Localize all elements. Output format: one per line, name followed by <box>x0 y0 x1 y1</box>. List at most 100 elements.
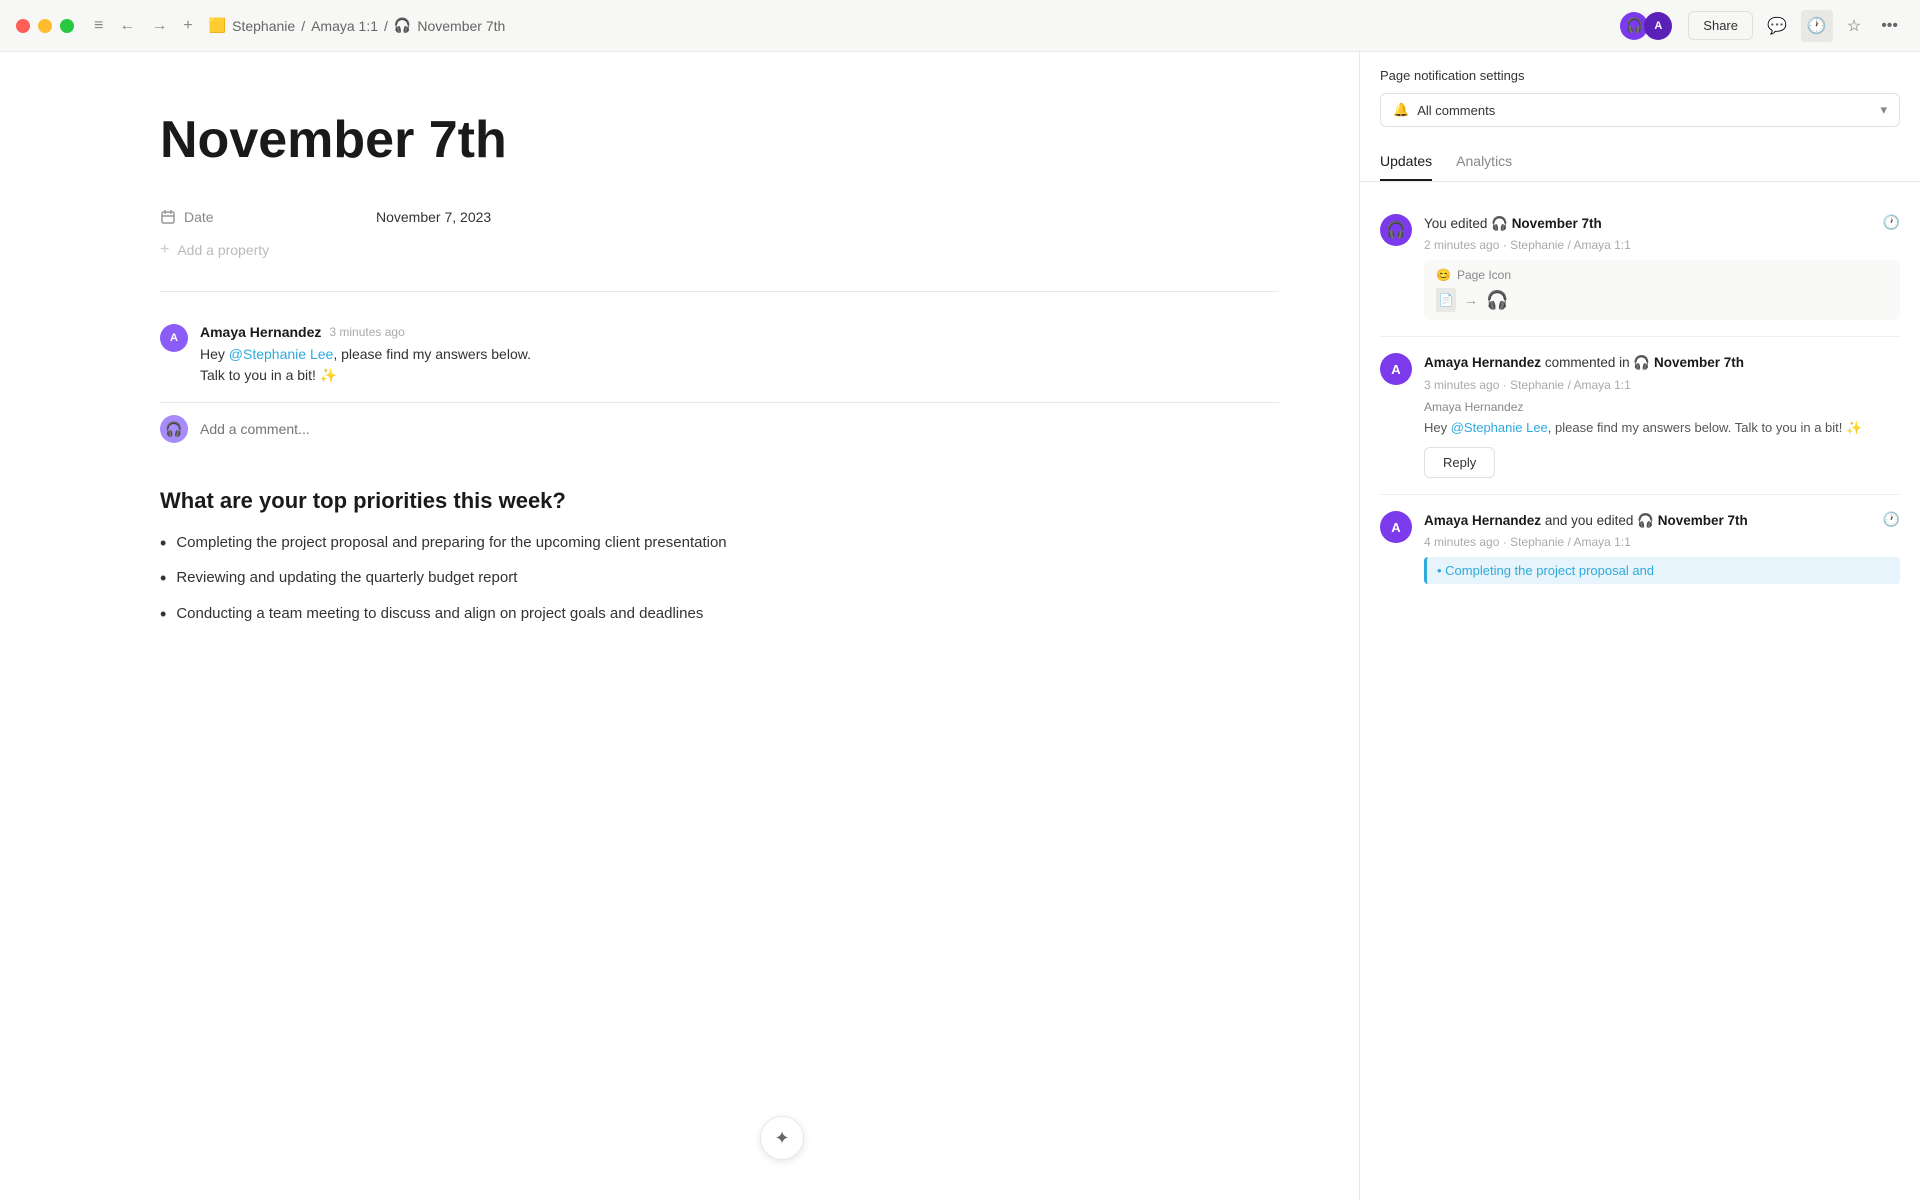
comment-author: Amaya Hernandez <box>200 324 321 340</box>
updates-feed: 🎧 You edited 🎧 November 7th 🕐 2 minutes … <box>1360 182 1920 1200</box>
update-page-name-2: November 7th <box>1654 355 1744 370</box>
to-icon: 🎧 <box>1486 290 1508 311</box>
update-meta-1: 2 minutes ago · Stephanie / Amaya 1:1 <box>1424 238 1900 252</box>
update-item-2: A Amaya Hernandez commented in 🎧 Novembe… <box>1380 337 1900 495</box>
chevron-down-icon: ▾ <box>1880 102 1887 118</box>
add-comment-input[interactable] <box>200 421 1279 437</box>
maximize-button[interactable] <box>60 19 74 33</box>
update-page-name-3: November 7th <box>1658 513 1748 528</box>
date-property-value[interactable]: November 7, 2023 <box>376 209 491 225</box>
update-avatar-3: A <box>1380 511 1412 543</box>
add-property-button[interactable]: + Add a property <box>160 233 1279 267</box>
comment-mention: @Stephanie Lee <box>229 346 334 362</box>
detail-label-1: 😊 Page Icon <box>1436 268 1888 282</box>
update-actor-2: Amaya Hernandez <box>1424 355 1541 370</box>
bell-icon: 🔔 <box>1393 102 1409 118</box>
properties-section: Date November 7, 2023 + Add a property <box>160 201 1279 292</box>
comments-button[interactable]: 💬 <box>1761 10 1793 42</box>
update-avatar-1: 🎧 <box>1380 214 1412 246</box>
list-item: Conducting a team meeting to discuss and… <box>160 603 1279 626</box>
update-meta-3: 4 minutes ago · Stephanie / Amaya 1:1 <box>1424 535 1900 549</box>
workspace-icon: 🟨 <box>209 17 226 34</box>
content-area: November 7th Date November 7, 2023 + Add… <box>0 52 1360 1200</box>
notification-dropdown[interactable]: 🔔 All comments ▾ <box>1380 93 1900 127</box>
update-content-1: You edited 🎧 November 7th 🕐 2 minutes ag… <box>1424 214 1900 320</box>
icon-change-1: 📄 → 🎧 <box>1436 288 1888 312</box>
update-detail-1: 😊 Page Icon 📄 → 🎧 <box>1424 260 1900 320</box>
list-item: Completing the project proposal and prep… <box>160 532 1279 555</box>
from-icon: 📄 <box>1436 288 1456 312</box>
update-highlight-3: • Completing the project proposal and <box>1424 557 1900 584</box>
bullet-list: Completing the project proposal and prep… <box>160 532 1279 626</box>
traffic-lights <box>16 19 74 33</box>
comment-header: Amaya Hernandez 3 minutes ago <box>200 324 1279 340</box>
comment-text: Hey @Stephanie Lee, please find my answe… <box>200 344 1279 386</box>
breadcrumb-separator-1: / <box>301 18 305 34</box>
breadcrumb-separator-2: / <box>384 18 388 34</box>
update-title-2: Amaya Hernandez commented in 🎧 November … <box>1424 353 1744 373</box>
update-header-2: Amaya Hernandez commented in 🎧 November … <box>1424 353 1900 373</box>
breadcrumb: 🟨 Stephanie / Amaya 1:1 / 🎧 November 7th <box>209 17 1621 34</box>
page-title: November 7th <box>160 112 1279 169</box>
list-item: Reviewing and updating the quarterly bud… <box>160 567 1279 590</box>
update-meta-2: 3 minutes ago · Stephanie / Amaya 1:1 <box>1424 378 1900 392</box>
sidebar-toggle-button[interactable]: ≡ <box>90 13 107 39</box>
more-options-button[interactable]: ••• <box>1875 11 1904 41</box>
notification-settings: Page notification settings 🔔 All comment… <box>1360 52 1920 135</box>
update-header-3: Amaya Hernandez and you edited 🎧 Novembe… <box>1424 511 1900 531</box>
right-panel: Page notification settings 🔔 All comment… <box>1360 52 1920 1200</box>
ai-button[interactable]: ✦ <box>760 1116 804 1160</box>
toolbar-right: 🎧 A Share 💬 🕐 ☆ ••• <box>1620 10 1904 42</box>
update-content-2: Amaya Hernandez commented in 🎧 November … <box>1424 353 1900 478</box>
breadcrumb-current[interactable]: November 7th <box>417 18 505 34</box>
reply-button[interactable]: Reply <box>1424 447 1495 478</box>
close-button[interactable] <box>16 19 30 33</box>
content-body: What are your top priorities this week? … <box>160 487 1279 626</box>
user-avatar-2[interactable]: A <box>1644 12 1672 40</box>
comment-detail-2: Amaya Hernandez Hey @Stephanie Lee, plea… <box>1424 400 1900 479</box>
main-layout: November 7th Date November 7, 2023 + Add… <box>0 52 1920 1200</box>
update-page-name-1: November 7th <box>1512 216 1602 231</box>
self-avatar: 🎧 <box>160 415 188 443</box>
add-page-button[interactable]: + <box>179 13 196 39</box>
comment-body-2: Hey @Stephanie Lee, please find my answe… <box>1424 418 1900 438</box>
share-button[interactable]: Share <box>1688 11 1753 40</box>
comment-time: 3 minutes ago <box>329 325 404 339</box>
tab-analytics[interactable]: Analytics <box>1456 143 1512 181</box>
calendar-icon <box>160 209 176 225</box>
add-comment-row: 🎧 <box>160 402 1279 455</box>
comment-content: Amaya Hernandez 3 minutes ago Hey @Steph… <box>200 324 1279 386</box>
comment-author-label-2: Amaya Hernandez <box>1424 400 1900 414</box>
commenter-avatar: A <box>160 324 188 352</box>
notification-settings-title: Page notification settings <box>1380 68 1900 83</box>
clock-icon-1: 🕐 <box>1883 214 1900 231</box>
comments-section: A Amaya Hernandez 3 minutes ago Hey @Ste… <box>160 324 1279 455</box>
navigation-buttons: ≡ ← → + <box>90 13 197 39</box>
date-property-label: Date <box>160 209 360 225</box>
update-item-3: A Amaya Hernandez and you edited 🎧 Novem… <box>1380 495 1900 600</box>
comment-item: A Amaya Hernandez 3 minutes ago Hey @Ste… <box>160 324 1279 386</box>
breadcrumb-page-icon: 🎧 <box>394 17 411 34</box>
notification-option: All comments <box>1417 103 1872 118</box>
forward-button[interactable]: → <box>147 13 171 39</box>
favorite-button[interactable]: ☆ <box>1841 10 1867 42</box>
minimize-button[interactable] <box>38 19 52 33</box>
update-header-1: You edited 🎧 November 7th 🕐 <box>1424 214 1900 234</box>
update-title-3: Amaya Hernandez and you edited 🎧 Novembe… <box>1424 511 1748 531</box>
section-heading: What are your top priorities this week? <box>160 487 1279 516</box>
back-button[interactable]: ← <box>115 13 139 39</box>
panel-tabs: Updates Analytics <box>1360 143 1920 182</box>
breadcrumb-workspace[interactable]: Stephanie <box>232 18 295 34</box>
update-avatar-2: A <box>1380 353 1412 385</box>
date-property-row: Date November 7, 2023 <box>160 201 1279 233</box>
arrow-icon: → <box>1464 292 1478 308</box>
clock-icon-3: 🕐 <box>1883 511 1900 528</box>
tab-updates[interactable]: Updates <box>1380 143 1432 181</box>
update-item-1: 🎧 You edited 🎧 November 7th 🕐 2 minutes … <box>1380 198 1900 337</box>
breadcrumb-page[interactable]: Amaya 1:1 <box>311 18 378 34</box>
history-button[interactable]: 🕐 <box>1801 10 1833 42</box>
comment-mention-2: @Stephanie Lee <box>1451 420 1548 435</box>
titlebar: ≡ ← → + 🟨 Stephanie / Amaya 1:1 / 🎧 Nove… <box>0 0 1920 52</box>
update-actor-3: Amaya Hernandez <box>1424 513 1541 528</box>
update-content-3: Amaya Hernandez and you edited 🎧 Novembe… <box>1424 511 1900 584</box>
